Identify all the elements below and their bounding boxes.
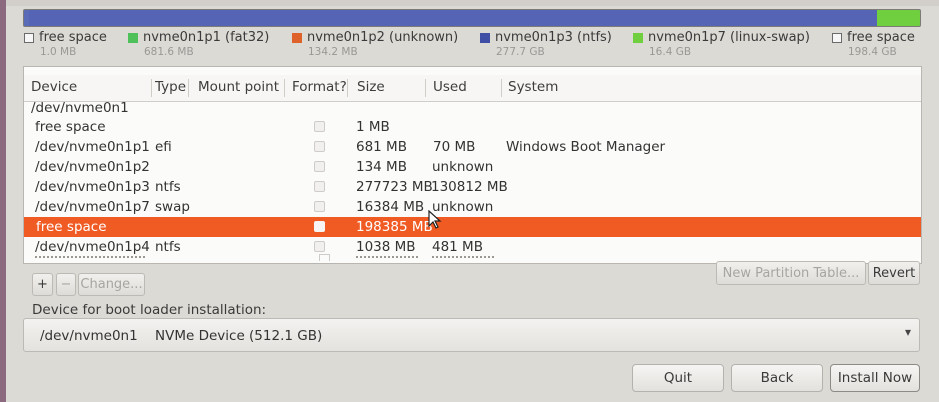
legend-swatch [633, 32, 643, 43]
cell-size: 16384 MB [356, 199, 425, 215]
format-checkbox[interactable] [314, 241, 325, 252]
partial-text [35, 256, 145, 261]
cell-used: 70 MB [433, 139, 476, 155]
legend-size: 1.0 MB [40, 46, 77, 58]
cell-type: ntfs [155, 239, 181, 255]
table-row[interactable]: /dev/nvme0n1p2 134 MB unknown [24, 157, 921, 177]
cell-used: 130812 MB [431, 179, 508, 195]
cell-size: 681 MB [356, 139, 407, 155]
legend-label: free space [847, 30, 915, 45]
disk-usage-bar [23, 9, 921, 27]
add-partition-button[interactable]: + [32, 273, 53, 296]
col-size[interactable]: Size [357, 79, 426, 97]
group-row[interactable]: /dev/nvme0n1 [24, 100, 921, 117]
cell-type: efi [155, 139, 172, 155]
table-row[interactable]: /dev/nvme0n1p7 swap 16384 MB unknown [24, 197, 921, 217]
disk-seg-p3 [29, 10, 877, 26]
quit-button[interactable]: Quit [632, 364, 724, 392]
legend-swatch [480, 32, 490, 43]
legend-swatch [832, 32, 842, 43]
legend-p7: nvme0n1p7 (linux-swap) 16.4 GB [633, 30, 810, 58]
col-device[interactable]: Device [31, 79, 152, 97]
legend-label: nvme0n1p1 (fat32) [143, 30, 270, 45]
table-row[interactable]: /dev/nvme0n1p3 ntfs 277723 MB 130812 MB [24, 177, 921, 197]
bootloader-label: Device for boot loader installation: [32, 302, 267, 318]
format-checkbox[interactable] [319, 254, 330, 261]
legend-size: 134.2 MB [308, 46, 358, 58]
legend-swatch [292, 32, 302, 43]
group-label: /dev/nvme0n1 [31, 100, 129, 116]
legend-size: 16.4 GB [649, 46, 692, 58]
bootloader-description: NVMe Device (512.1 GB) [155, 328, 323, 344]
legend-size: 198.4 GB [848, 46, 897, 58]
cell-type: ntfs [155, 179, 181, 195]
partition-table[interactable]: Device Type Mount point Format? Size Use… [23, 66, 922, 264]
col-format[interactable]: Format? [292, 79, 348, 97]
format-checkbox[interactable] [314, 201, 325, 212]
col-used[interactable]: Used [433, 79, 502, 97]
cell-system: Windows Boot Manager [506, 139, 666, 155]
cell-used: unknown [432, 159, 494, 175]
legend-p1: nvme0n1p1 (fat32) 681.6 MB [128, 30, 269, 58]
format-checkbox[interactable] [314, 161, 325, 172]
col-system[interactable]: System [508, 79, 628, 97]
cell-device: /dev/nvme0n1p4 [35, 239, 150, 255]
partial-text [432, 256, 494, 261]
legend-p3: nvme0n1p3 (ntfs) 277.7 GB [480, 30, 612, 58]
remove-partition-button[interactable]: − [56, 273, 76, 296]
back-button[interactable]: Back [731, 364, 823, 392]
partition-legend: free space 1.0 MB nvme0n1p1 (fat32) 681.… [0, 30, 939, 62]
cell-device: free space [36, 219, 107, 235]
bootloader-device-select[interactable]: /dev/nvme0n1 NVMe Device (512.1 GB) ▾ [23, 318, 920, 352]
table-body: /dev/nvme0n1 free space 1 MB /dev/nvme0n… [24, 100, 921, 257]
format-checkbox[interactable] [314, 121, 325, 132]
cell-device: /dev/nvme0n1p1 [35, 139, 150, 155]
col-mount[interactable]: Mount point [198, 79, 285, 97]
cell-size: 277723 MB [356, 179, 433, 195]
partial-text [356, 256, 418, 261]
mouse-cursor-icon [428, 210, 442, 229]
legend-swatch [24, 32, 34, 43]
cell-size: 198385 MB [356, 219, 433, 235]
cell-type: swap [155, 199, 190, 215]
window-top-edge [0, 0, 939, 6]
format-checkbox[interactable] [314, 181, 325, 192]
install-now-button[interactable]: Install Now [830, 364, 920, 392]
format-checkbox[interactable] [314, 141, 325, 152]
cell-size: 1 MB [356, 119, 390, 135]
legend-label: nvme0n1p3 (ntfs) [495, 30, 612, 45]
cell-device: /dev/nvme0n1p7 [35, 199, 150, 215]
table-row[interactable]: free space 1 MB [24, 117, 921, 137]
legend-free-space-2: free space 198.4 GB [832, 30, 915, 58]
legend-free-space-1: free space 1.0 MB [24, 30, 107, 58]
table-row-selected[interactable]: free space 198385 MB [24, 217, 921, 237]
cell-device: /dev/nvme0n1p2 [35, 159, 150, 175]
legend-swatch [128, 32, 138, 43]
change-partition-button[interactable]: Change... [78, 273, 145, 296]
legend-size: 277.7 GB [496, 46, 545, 58]
disk-seg-p7 [877, 10, 920, 26]
format-checkbox[interactable] [314, 221, 325, 232]
table-header: Device Type Mount point Format? Size Use… [24, 75, 921, 102]
cell-device: /dev/nvme0n1p3 [35, 179, 150, 195]
cell-size: 1038 MB [356, 239, 416, 255]
table-row[interactable]: /dev/nvme0n1p1 efi 681 MB 70 MB Windows … [24, 137, 921, 157]
legend-label: free space [39, 30, 107, 45]
bootloader-device: /dev/nvme0n1 [40, 328, 138, 344]
col-type[interactable]: Type [155, 79, 189, 97]
revert-button[interactable]: Revert [868, 261, 920, 285]
cell-size: 134 MB [356, 159, 407, 175]
legend-p2: nvme0n1p2 (unknown) 134.2 MB [292, 30, 458, 58]
legend-label: nvme0n1p7 (linux-swap) [648, 30, 810, 45]
cell-device: free space [35, 119, 106, 135]
new-partition-table-button[interactable]: New Partition Table... [716, 261, 866, 285]
legend-label: nvme0n1p2 (unknown) [307, 30, 459, 45]
legend-size: 681.6 MB [144, 46, 194, 58]
chevron-down-icon: ▾ [904, 325, 911, 339]
cell-used: 481 MB [432, 239, 483, 255]
